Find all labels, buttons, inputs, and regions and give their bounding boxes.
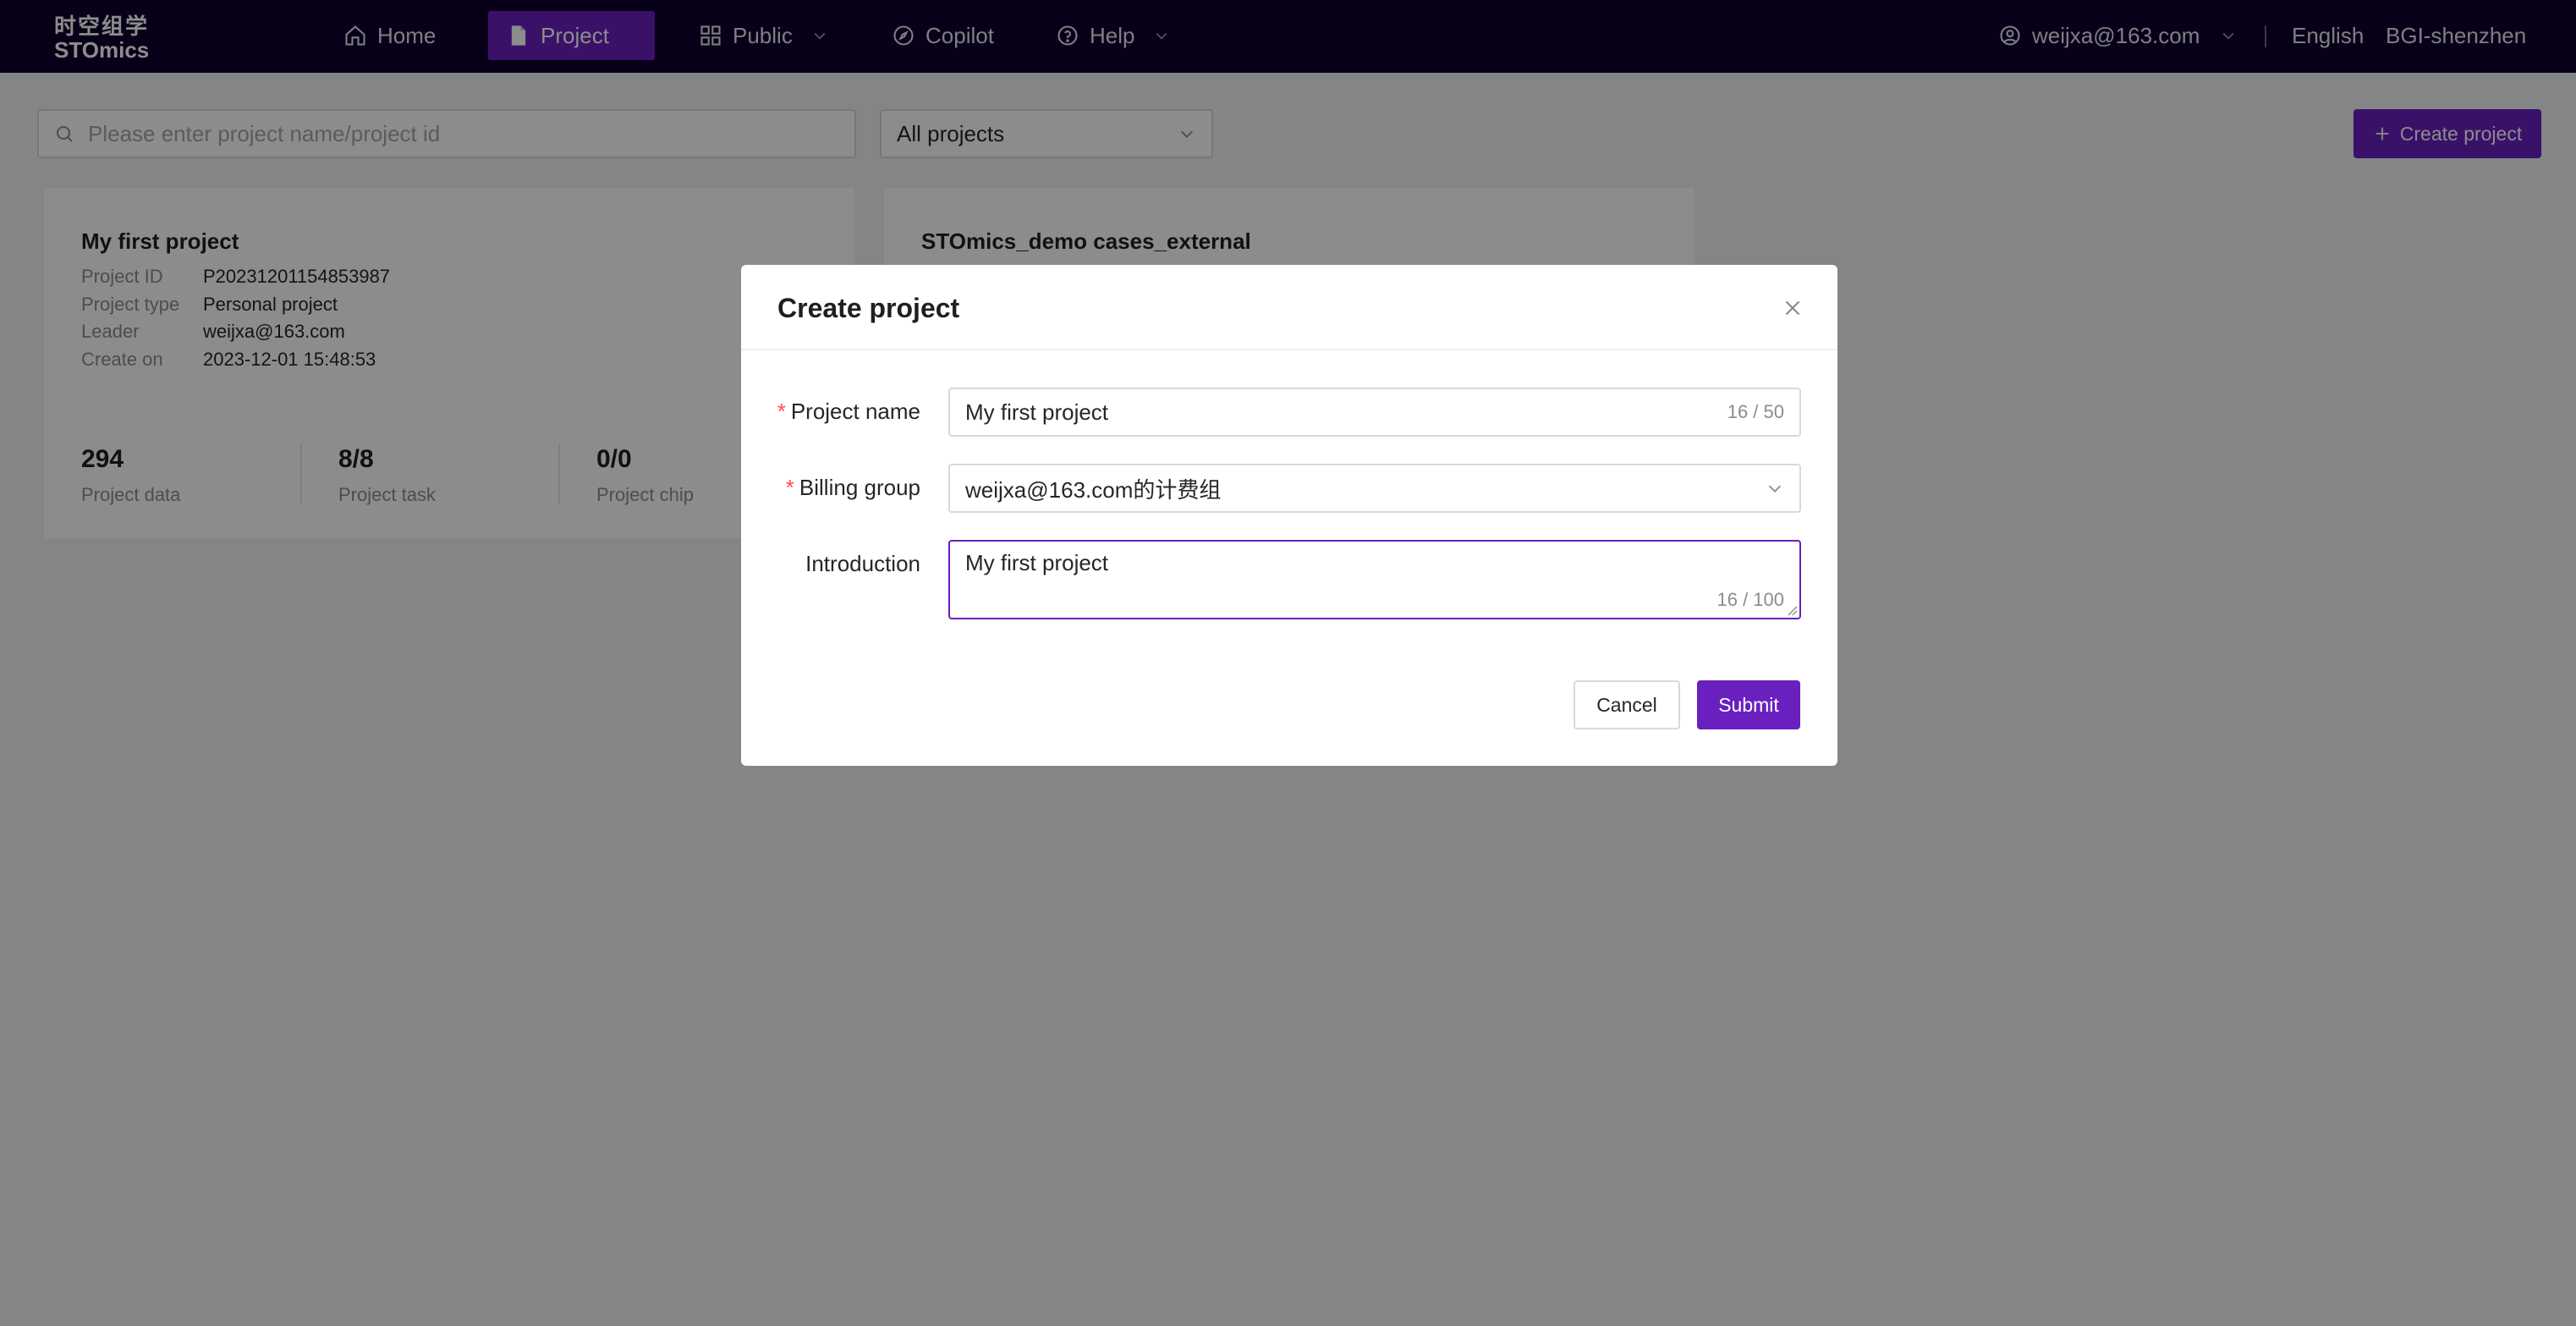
chevron-down-icon: [1768, 485, 1782, 492]
required-mark: *: [777, 399, 786, 424]
billing-group-label: * Billing group: [786, 475, 920, 501]
billing-group-label-text: Billing group: [799, 475, 920, 500]
introduction-value: My first project: [965, 550, 1109, 575]
billing-group-value: weijxa@163.com的计费组: [965, 476, 1222, 503]
introduction-counter: 16 / 100: [1716, 589, 1784, 610]
introduction-label-text: Introduction: [805, 551, 920, 576]
dialog-title: Create project: [777, 293, 960, 323]
project-name-counter: 16 / 50: [1727, 401, 1784, 422]
billing-group-select[interactable]: weijxa@163.com的计费组: [948, 464, 1801, 513]
project-name-label: * Project name: [777, 399, 920, 425]
dialog-header: Create project: [741, 265, 1837, 350]
project-name-field[interactable]: My first project 16 / 50: [948, 388, 1801, 437]
resize-handle-icon[interactable]: [1786, 604, 1798, 616]
submit-button[interactable]: Submit: [1697, 680, 1800, 729]
introduction-label: Introduction: [805, 551, 920, 577]
project-name-value: My first project: [965, 399, 1109, 425]
cancel-button[interactable]: Cancel: [1574, 680, 1680, 729]
required-mark: *: [785, 475, 794, 500]
close-icon[interactable]: [1782, 297, 1804, 319]
introduction-textarea[interactable]: My first project 16 / 100: [948, 540, 1801, 619]
project-name-label-text: Project name: [790, 399, 920, 424]
create-project-dialog: Create project * Project name My first pr…: [741, 265, 1837, 766]
